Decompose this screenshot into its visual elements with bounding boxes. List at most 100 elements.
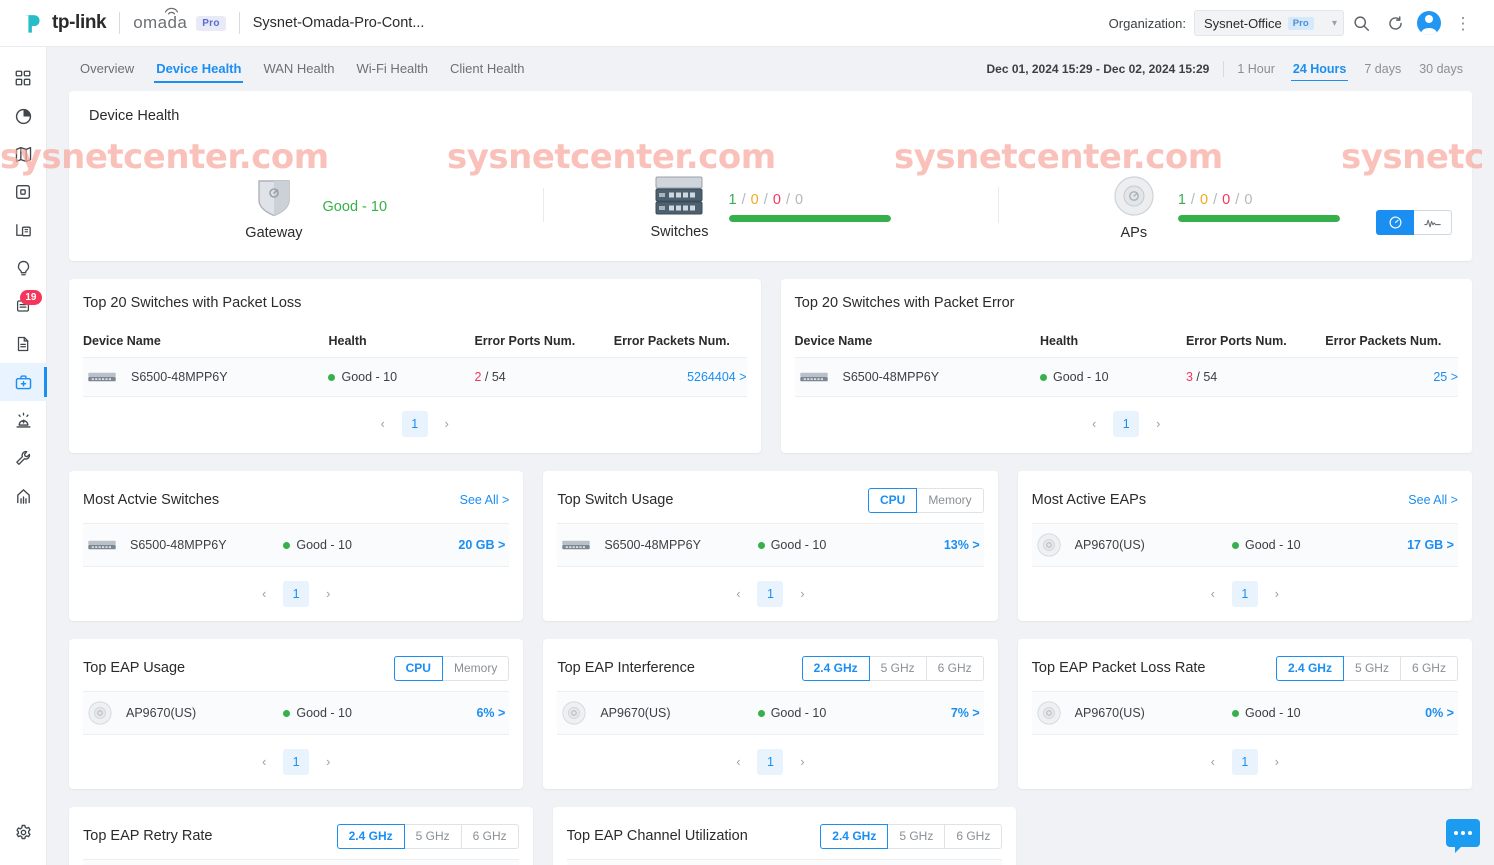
cell-error-packets: 25 > xyxy=(1325,357,1458,397)
list-item[interactable]: AP9670(US) Good - 10 7% > xyxy=(557,691,984,735)
page-number[interactable]: 1 xyxy=(757,581,784,607)
health-cell-switches[interactable]: Switches 1 / 0 / 0 / 0 xyxy=(543,174,997,240)
next-page-button[interactable]: › xyxy=(789,749,815,775)
range-1-hour[interactable]: 1 Hour xyxy=(1228,56,1284,82)
range-7-days[interactable]: 7 days xyxy=(1355,56,1410,82)
segment-24ghz[interactable]: 2.4 GHz xyxy=(336,823,405,849)
next-page-button[interactable]: › xyxy=(315,581,341,607)
prev-page-button[interactable]: ‹ xyxy=(251,581,277,607)
metric-value[interactable]: 17 GB > xyxy=(1407,538,1458,552)
gateway-icon-block: Gateway xyxy=(245,173,303,241)
tab-wifi-health[interactable]: Wi-Fi Health xyxy=(346,47,440,91)
page-number[interactable]: 1 xyxy=(757,749,784,775)
chat-bubble-icon[interactable] xyxy=(1446,819,1480,853)
list-item[interactable]: AP9670(US) Good - 10 26% > xyxy=(566,859,1003,865)
segment-24ghz[interactable]: 2.4 GHz xyxy=(801,655,870,681)
sidebar-item-clients[interactable] xyxy=(0,211,47,249)
health-cell-gateway[interactable]: Gateway Good - 10 xyxy=(89,173,543,241)
segment-5ghz[interactable]: 5 GHz xyxy=(888,823,946,849)
range-30-days[interactable]: 30 days xyxy=(1410,56,1472,82)
segment-24ghz[interactable]: 2.4 GHz xyxy=(820,823,889,849)
sidebar-item-statistics[interactable] xyxy=(0,97,47,135)
sidebar-item-devices[interactable] xyxy=(0,173,47,211)
segment-5ghz[interactable]: 5 GHz xyxy=(869,655,927,681)
segment-cpu[interactable]: CPU xyxy=(393,655,443,681)
segment-cpu[interactable]: CPU xyxy=(867,487,918,513)
tab-overview[interactable]: Overview xyxy=(69,47,145,91)
list-item[interactable]: S6500-48MPP6Y Good - 10 13% > xyxy=(557,523,984,567)
list-item[interactable]: AP9670(US) Good - 10 0% > xyxy=(1031,691,1458,735)
segment-6ghz[interactable]: 6 GHz xyxy=(1400,655,1458,681)
prev-page-button[interactable]: ‹ xyxy=(1200,749,1226,775)
segment-6ghz[interactable]: 6 GHz xyxy=(461,823,519,849)
omada-wordmark[interactable]: omada xyxy=(133,7,187,33)
page-number[interactable]: 1 xyxy=(283,581,310,607)
prev-page-button[interactable]: ‹ xyxy=(1200,581,1226,607)
avatar[interactable] xyxy=(1412,6,1446,40)
segment-5ghz[interactable]: 5 GHz xyxy=(404,823,462,849)
site-title[interactable]: Sysnet-Omada-Pro-Cont... xyxy=(253,15,425,31)
next-page-button[interactable]: › xyxy=(1264,749,1290,775)
metric-value[interactable]: 13% > xyxy=(944,538,984,552)
error-packets-link[interactable]: 5264404 > xyxy=(687,370,746,384)
next-page-button[interactable]: › xyxy=(434,411,460,437)
metric-value[interactable]: 7% > xyxy=(951,706,984,720)
prev-page-button[interactable]: ‹ xyxy=(251,749,277,775)
table-row[interactable]: S6500-48MPP6Y Good - 10 3 / 54 25 > xyxy=(794,357,1458,397)
search-icon[interactable] xyxy=(1344,6,1378,40)
see-all-link[interactable]: See All > xyxy=(460,493,510,507)
list-item[interactable]: S6500-48MPP6Y Good - 10 20 GB > xyxy=(83,523,510,567)
tab-wan-health[interactable]: WAN Health xyxy=(252,47,345,91)
tab-client-health[interactable]: Client Health xyxy=(439,47,535,91)
page-number[interactable]: 1 xyxy=(401,411,428,437)
tplink-logo[interactable]: tp-link xyxy=(22,11,107,36)
next-page-button[interactable]: › xyxy=(1145,411,1171,437)
sidebar-item-dashboard[interactable] xyxy=(0,59,47,97)
segment-memory[interactable]: Memory xyxy=(442,655,510,681)
more-vertical-icon[interactable]: ⋮ xyxy=(1446,6,1480,40)
error-packets-link[interactable]: 25 > xyxy=(1433,370,1458,384)
segment-6ghz[interactable]: 6 GHz xyxy=(945,823,1003,849)
prev-page-button[interactable]: ‹ xyxy=(725,749,751,775)
prev-page-button[interactable]: ‹ xyxy=(370,411,396,437)
prev-page-button[interactable]: ‹ xyxy=(1081,411,1107,437)
segment-memory[interactable]: Memory xyxy=(917,487,984,513)
page-number[interactable]: 1 xyxy=(1231,749,1258,775)
sidebar-item-toolbox[interactable] xyxy=(0,363,47,401)
sidebar-item-analytics[interactable] xyxy=(0,477,47,515)
page-number[interactable]: 1 xyxy=(1231,581,1258,607)
metric-value[interactable]: 20 GB > xyxy=(458,538,509,552)
sidebar-item-insight[interactable] xyxy=(0,249,47,287)
organization-select[interactable]: Sysnet-Office Pro ▾ xyxy=(1194,10,1344,36)
segment-6ghz[interactable]: 6 GHz xyxy=(926,655,984,681)
organization-value: Sysnet-Office xyxy=(1204,15,1282,31)
metric-value[interactable]: 0% > xyxy=(1425,706,1458,720)
health-text: Good - 10 xyxy=(296,706,352,720)
sidebar-item-report[interactable] xyxy=(0,325,47,363)
next-page-button[interactable]: › xyxy=(315,749,341,775)
segment-5ghz[interactable]: 5 GHz xyxy=(1343,655,1401,681)
health-cell-aps[interactable]: APs 1 / 0 / 0 / 0 xyxy=(997,173,1452,241)
page-number[interactable]: 1 xyxy=(283,749,310,775)
list-item[interactable]: AP9670(US) Good - 10 17 GB > xyxy=(1031,523,1458,567)
table-row[interactable]: S6500-48MPP6Y Good - 10 2 / 54 5264404 > xyxy=(83,357,747,397)
sidebar-item-alerts[interactable] xyxy=(0,401,47,439)
prev-page-button[interactable]: ‹ xyxy=(725,581,751,607)
tab-device-health[interactable]: Device Health xyxy=(145,47,252,91)
sidebar-item-maintenance[interactable] xyxy=(0,439,47,477)
health-text: Good - 10 xyxy=(1245,538,1301,552)
sidebar-item-settings[interactable] xyxy=(0,813,47,851)
range-24-hours[interactable]: 24 Hours xyxy=(1284,56,1356,82)
page-number[interactable]: 1 xyxy=(1113,411,1140,437)
segment-24ghz[interactable]: 2.4 GHz xyxy=(1275,655,1344,681)
list-item[interactable]: AP9670(US) Good - 10 6% > xyxy=(83,691,510,735)
refresh-icon[interactable] xyxy=(1378,6,1412,40)
see-all-link[interactable]: See All > xyxy=(1408,493,1458,507)
next-page-button[interactable]: › xyxy=(789,581,815,607)
next-page-button[interactable]: › xyxy=(1264,581,1290,607)
date-range-text[interactable]: Dec 01, 2024 15:29 - Dec 02, 2024 15:29 xyxy=(987,62,1210,76)
sidebar-item-map[interactable] xyxy=(0,135,47,173)
sidebar-item-logs[interactable]: 19 xyxy=(0,287,47,325)
list-item[interactable]: AP9670(US) Good - 10 5% > xyxy=(83,859,519,865)
metric-value[interactable]: 6% > xyxy=(476,706,509,720)
